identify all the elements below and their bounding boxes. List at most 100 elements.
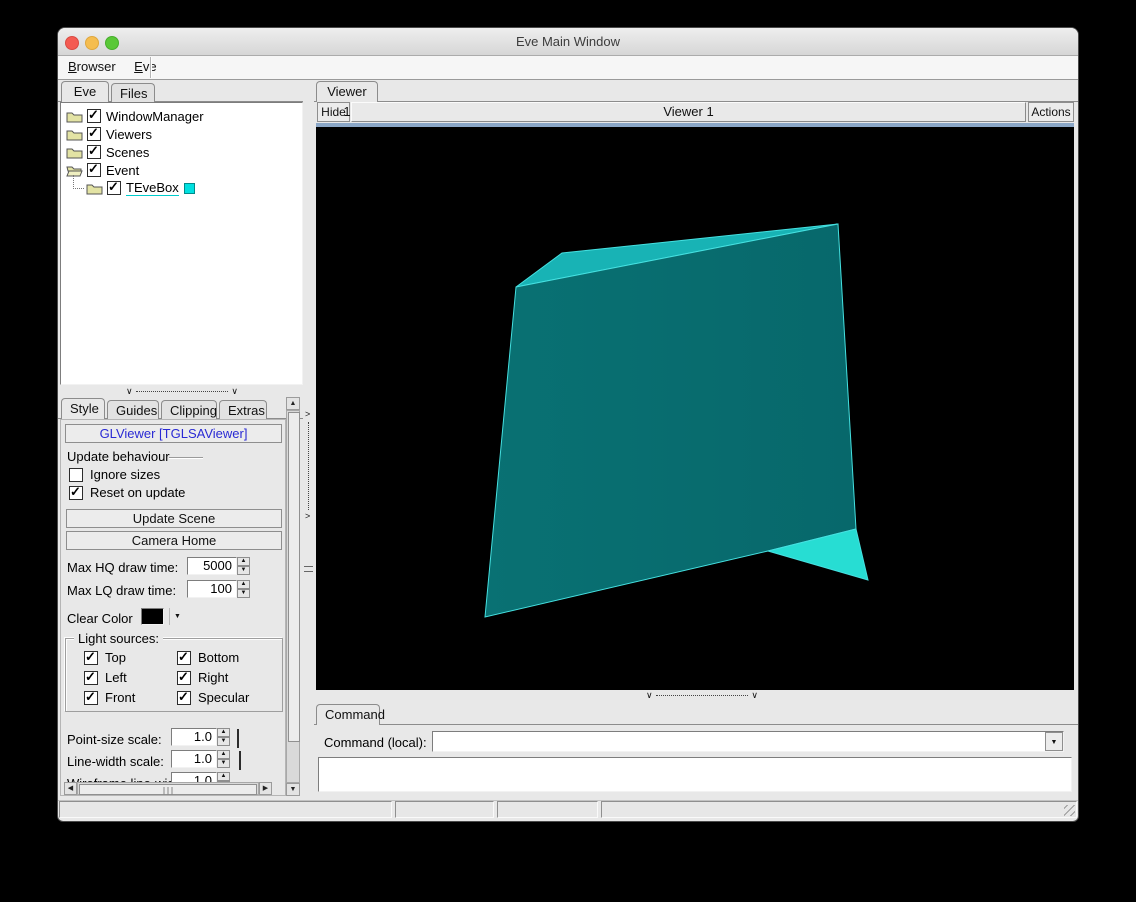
tab-extras[interactable]: Extras xyxy=(219,400,267,419)
light-left-checkbox[interactable] xyxy=(84,669,98,685)
spin-up-icon[interactable]: ▲ xyxy=(217,728,230,737)
actions-button[interactable]: Actions xyxy=(1028,102,1074,122)
tree-item-label[interactable]: TEveBox xyxy=(126,180,179,196)
line-width-checkbox[interactable] xyxy=(239,751,241,770)
maximize-window-icon[interactable] xyxy=(105,36,119,50)
point-size-spinner[interactable]: ▲ ▼ xyxy=(217,728,230,746)
spin-down-icon[interactable]: ▼ xyxy=(237,566,250,575)
tree-item-windowmanager[interactable]: WindowManager xyxy=(66,107,204,124)
command-input[interactable] xyxy=(432,731,1064,752)
scroll-right-icon[interactable]: ▶ xyxy=(259,782,272,795)
title-bar[interactable]: Eve Main Window xyxy=(58,28,1078,56)
tree-item-viewers[interactable]: Viewers xyxy=(66,125,152,142)
collapse-right-icon[interactable]: > xyxy=(305,410,310,419)
tree-item-label[interactable]: WindowManager xyxy=(106,109,204,124)
light-bottom-label: Bottom xyxy=(198,650,240,665)
collapse-right-icon[interactable]: > xyxy=(305,512,310,521)
main-vertical-splitter[interactable]: > > xyxy=(303,80,314,800)
spin-up-icon[interactable]: ▲ xyxy=(237,580,250,589)
light-right-checkbox[interactable] xyxy=(177,669,191,685)
tree-checkbox[interactable] xyxy=(87,107,101,123)
color-dropdown-arrow-icon[interactable]: ▼ xyxy=(169,608,185,625)
tree-item-label[interactable]: Scenes xyxy=(106,145,149,160)
scrollbar-track[interactable] xyxy=(286,410,300,783)
spin-up-icon[interactable]: ▲ xyxy=(237,557,250,566)
tree-checkbox[interactable] xyxy=(107,179,121,195)
spin-down-icon[interactable]: ▼ xyxy=(217,737,230,746)
tab-clipping[interactable]: Clipping xyxy=(161,400,217,419)
gl-viewport[interactable] xyxy=(316,127,1074,690)
minimize-window-icon[interactable] xyxy=(85,36,99,50)
ignore-sizes-row[interactable]: Ignore sizes xyxy=(69,467,160,482)
scroll-left-icon[interactable]: ◀ xyxy=(64,782,77,795)
viewer-title-bar[interactable]: Viewer 1 xyxy=(351,102,1026,122)
tab-viewer-1[interactable]: Viewer 1 xyxy=(316,81,378,119)
tab-files[interactable]: Files xyxy=(111,83,155,102)
update-scene-button[interactable]: Update Scene xyxy=(66,509,282,528)
collapse-down-icon[interactable]: ∨ xyxy=(751,691,758,700)
light-specular-row[interactable]: Specular xyxy=(177,689,249,705)
ignore-sizes-checkbox[interactable] xyxy=(69,467,83,482)
spin-up-icon[interactable]: ▲ xyxy=(217,772,230,781)
scrollbar-thumb[interactable] xyxy=(79,784,257,795)
reset-on-update-row[interactable]: Reset on update xyxy=(69,484,185,500)
combo-dropdown-icon[interactable]: ▼ xyxy=(1045,732,1063,751)
scrollbar-thumb[interactable] xyxy=(288,412,300,742)
max-hq-field[interactable]: 5000 xyxy=(187,557,237,575)
style-panel-hscrollbar[interactable]: ◀ ▶ xyxy=(64,782,272,795)
line-width-spinner[interactable]: ▲ ▼ xyxy=(217,750,230,768)
collapse-down-icon[interactable]: ∨ xyxy=(126,387,133,396)
reset-on-update-checkbox[interactable] xyxy=(69,484,83,500)
menu-browser[interactable]: Browser xyxy=(68,59,116,74)
light-bottom-checkbox[interactable] xyxy=(177,649,191,665)
scrollbar-track[interactable] xyxy=(77,782,259,795)
light-front-row[interactable]: Front xyxy=(84,689,135,705)
viewer-splitter-handle[interactable]: ∨ ∨ xyxy=(646,691,758,701)
tree-checkbox[interactable] xyxy=(87,143,101,159)
tevebox-3d-shape xyxy=(484,223,869,618)
style-panel-vscrollbar[interactable]: ▲ ▼ xyxy=(286,397,300,796)
tree-checkbox[interactable] xyxy=(87,125,101,141)
collapse-down-icon[interactable]: ∨ xyxy=(231,387,238,396)
max-hq-spinner[interactable]: ▲ ▼ xyxy=(237,557,250,575)
light-specular-checkbox[interactable] xyxy=(177,689,191,705)
glviewer-button[interactable]: GLViewer [TGLSAViewer] xyxy=(65,424,282,443)
tree-item-scenes[interactable]: Scenes xyxy=(66,143,149,160)
point-size-checkbox[interactable] xyxy=(237,729,239,748)
light-top-row[interactable]: Top xyxy=(84,649,126,665)
line-width-field[interactable]: 1.0 xyxy=(171,750,217,768)
splitter-grip[interactable] xyxy=(304,566,313,572)
tab-command[interactable]: Command xyxy=(316,704,385,725)
status-bar xyxy=(58,800,1078,819)
light-top-checkbox[interactable] xyxy=(84,649,98,665)
tree-item-tevebox[interactable]: TEveBox xyxy=(86,179,195,196)
collapse-down-icon[interactable]: ∨ xyxy=(646,691,653,700)
camera-home-button[interactable]: Camera Home xyxy=(66,531,282,550)
scroll-up-icon[interactable]: ▲ xyxy=(286,397,300,410)
left-tab-bar: Eve Files xyxy=(58,80,303,102)
tree-item-label[interactable]: Viewers xyxy=(106,127,152,142)
tree-item-label[interactable]: Event xyxy=(106,163,139,178)
spin-down-icon[interactable]: ▼ xyxy=(217,759,230,768)
tab-style[interactable]: Style xyxy=(61,398,105,419)
light-front-checkbox[interactable] xyxy=(84,689,98,705)
clear-color-swatch[interactable] xyxy=(141,608,164,625)
color-swatch[interactable] xyxy=(183,182,195,194)
tab-eve[interactable]: Eve xyxy=(61,81,109,102)
max-lq-spinner[interactable]: ▲ ▼ xyxy=(237,580,250,598)
command-combobox[interactable]: ▼ xyxy=(432,731,1064,752)
menu-eve[interactable]: Eve xyxy=(134,59,156,74)
light-left-row[interactable]: Left xyxy=(84,669,127,685)
close-window-icon[interactable] xyxy=(65,36,79,50)
left-splitter-handle[interactable]: ∨ ∨ xyxy=(126,387,238,397)
spin-down-icon[interactable]: ▼ xyxy=(237,589,250,598)
scroll-down-icon[interactable]: ▼ xyxy=(286,783,300,796)
light-right-row[interactable]: Right xyxy=(177,669,228,685)
point-size-field[interactable]: 1.0 xyxy=(171,728,217,746)
tab-guides[interactable]: Guides xyxy=(107,400,159,419)
light-bottom-row[interactable]: Bottom xyxy=(177,649,240,665)
spin-up-icon[interactable]: ▲ xyxy=(217,750,230,759)
max-lq-field[interactable]: 100 xyxy=(187,580,237,598)
resize-grip[interactable] xyxy=(1064,805,1075,816)
tree-checkbox[interactable] xyxy=(87,161,101,177)
